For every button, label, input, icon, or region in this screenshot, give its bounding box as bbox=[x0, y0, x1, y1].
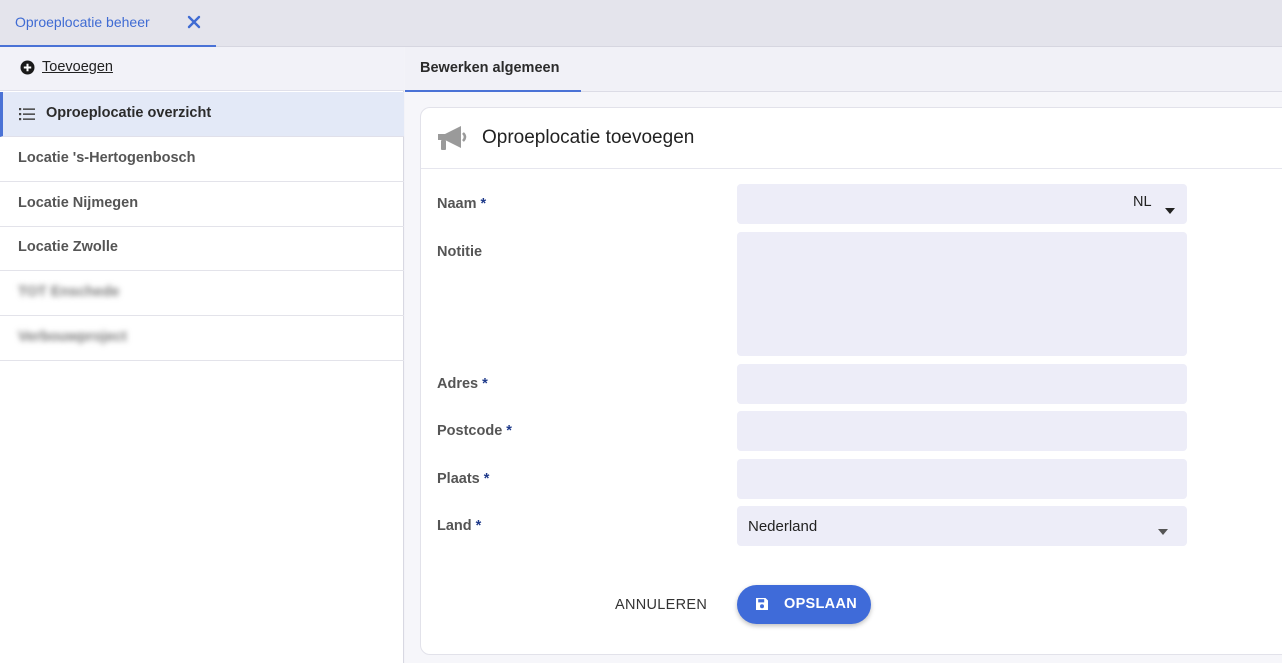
sidebar-item-label: Oproeplocatie overzicht bbox=[46, 105, 212, 121]
plaats-input[interactable] bbox=[737, 459, 1187, 499]
floppy-disk-icon bbox=[755, 597, 769, 611]
list-icon bbox=[19, 107, 35, 121]
plaats-label: Plaats * bbox=[437, 471, 490, 487]
caret-down-icon bbox=[1165, 201, 1175, 214]
form-card: Oproeplocatie toevoegen Naam * NL Notitie… bbox=[420, 107, 1282, 655]
language-value: NL bbox=[1133, 194, 1152, 210]
naam-input[interactable] bbox=[737, 184, 1187, 224]
sidebar-item-zwolle[interactable]: Locatie Zwolle bbox=[0, 226, 404, 271]
plus-circle-icon bbox=[20, 60, 35, 75]
sidebar: Toevoegen Oproeplocatie overzicht Locati… bbox=[0, 47, 404, 663]
land-label: Land * bbox=[437, 518, 482, 534]
sidebar-item-label: Locatie Zwolle bbox=[18, 239, 118, 255]
tab-label: Bewerken algemeen bbox=[420, 60, 560, 76]
sidebar-item-hertogenbosch[interactable]: Locatie 's-Hertogenbosch bbox=[0, 137, 404, 182]
card-title: Oproeplocatie toevoegen bbox=[482, 127, 695, 148]
sidebar-item-redacted-1[interactable]: TOT Enschede bbox=[0, 271, 404, 316]
postcode-label: Postcode * bbox=[437, 423, 512, 439]
sidebar-item-redacted-2[interactable]: Verbouwproject bbox=[0, 316, 404, 361]
sidebar-item-label: Verbouwproject bbox=[18, 329, 127, 345]
land-select[interactable]: Nederland bbox=[737, 506, 1187, 546]
save-label: OPSLAAN bbox=[784, 596, 857, 612]
save-button[interactable]: OPSLAAN bbox=[737, 585, 871, 624]
megaphone-icon bbox=[435, 123, 469, 153]
notitie-label: Notitie bbox=[437, 244, 483, 260]
adres-input[interactable] bbox=[737, 364, 1187, 404]
main-panel: Bewerken algemeen Oproeplocatie toevoege… bbox=[405, 47, 1282, 663]
notitie-textarea[interactable] bbox=[737, 232, 1187, 356]
sidebar-item-label: Locatie Nijmegen bbox=[18, 195, 139, 211]
language-select[interactable]: NL bbox=[1133, 194, 1179, 214]
sidebar-item-nijmegen[interactable]: Locatie Nijmegen bbox=[0, 182, 404, 227]
sidebar-item-label: TOT Enschede bbox=[18, 284, 120, 300]
close-icon[interactable] bbox=[187, 15, 201, 29]
postcode-input[interactable] bbox=[737, 411, 1187, 451]
tab-bewerken-algemeen[interactable]: Bewerken algemeen bbox=[405, 47, 581, 92]
card-header: Oproeplocatie toevoegen bbox=[421, 108, 1282, 169]
cancel-button[interactable]: ANNULEREN bbox=[615, 594, 711, 616]
land-value: Nederland bbox=[748, 518, 818, 535]
tab-oproeplocatie-beheer[interactable]: Oproeplocatie beheer bbox=[0, 0, 216, 47]
tab-label: Oproeplocatie beheer bbox=[15, 14, 150, 30]
add-label[interactable]: Toevoegen bbox=[42, 59, 113, 75]
top-tab-bar: Oproeplocatie beheer bbox=[0, 0, 1282, 47]
sidebar-item-label: Locatie 's-Hertogenbosch bbox=[18, 150, 196, 166]
caret-down-icon bbox=[1158, 522, 1168, 535]
naam-label: Naam * bbox=[437, 196, 487, 212]
adres-label: Adres * bbox=[437, 376, 488, 392]
sidebar-item-overzicht[interactable]: Oproeplocatie overzicht bbox=[0, 92, 404, 137]
add-button[interactable]: Toevoegen bbox=[0, 47, 404, 91]
sub-tab-bar: Bewerken algemeen bbox=[405, 47, 1282, 92]
